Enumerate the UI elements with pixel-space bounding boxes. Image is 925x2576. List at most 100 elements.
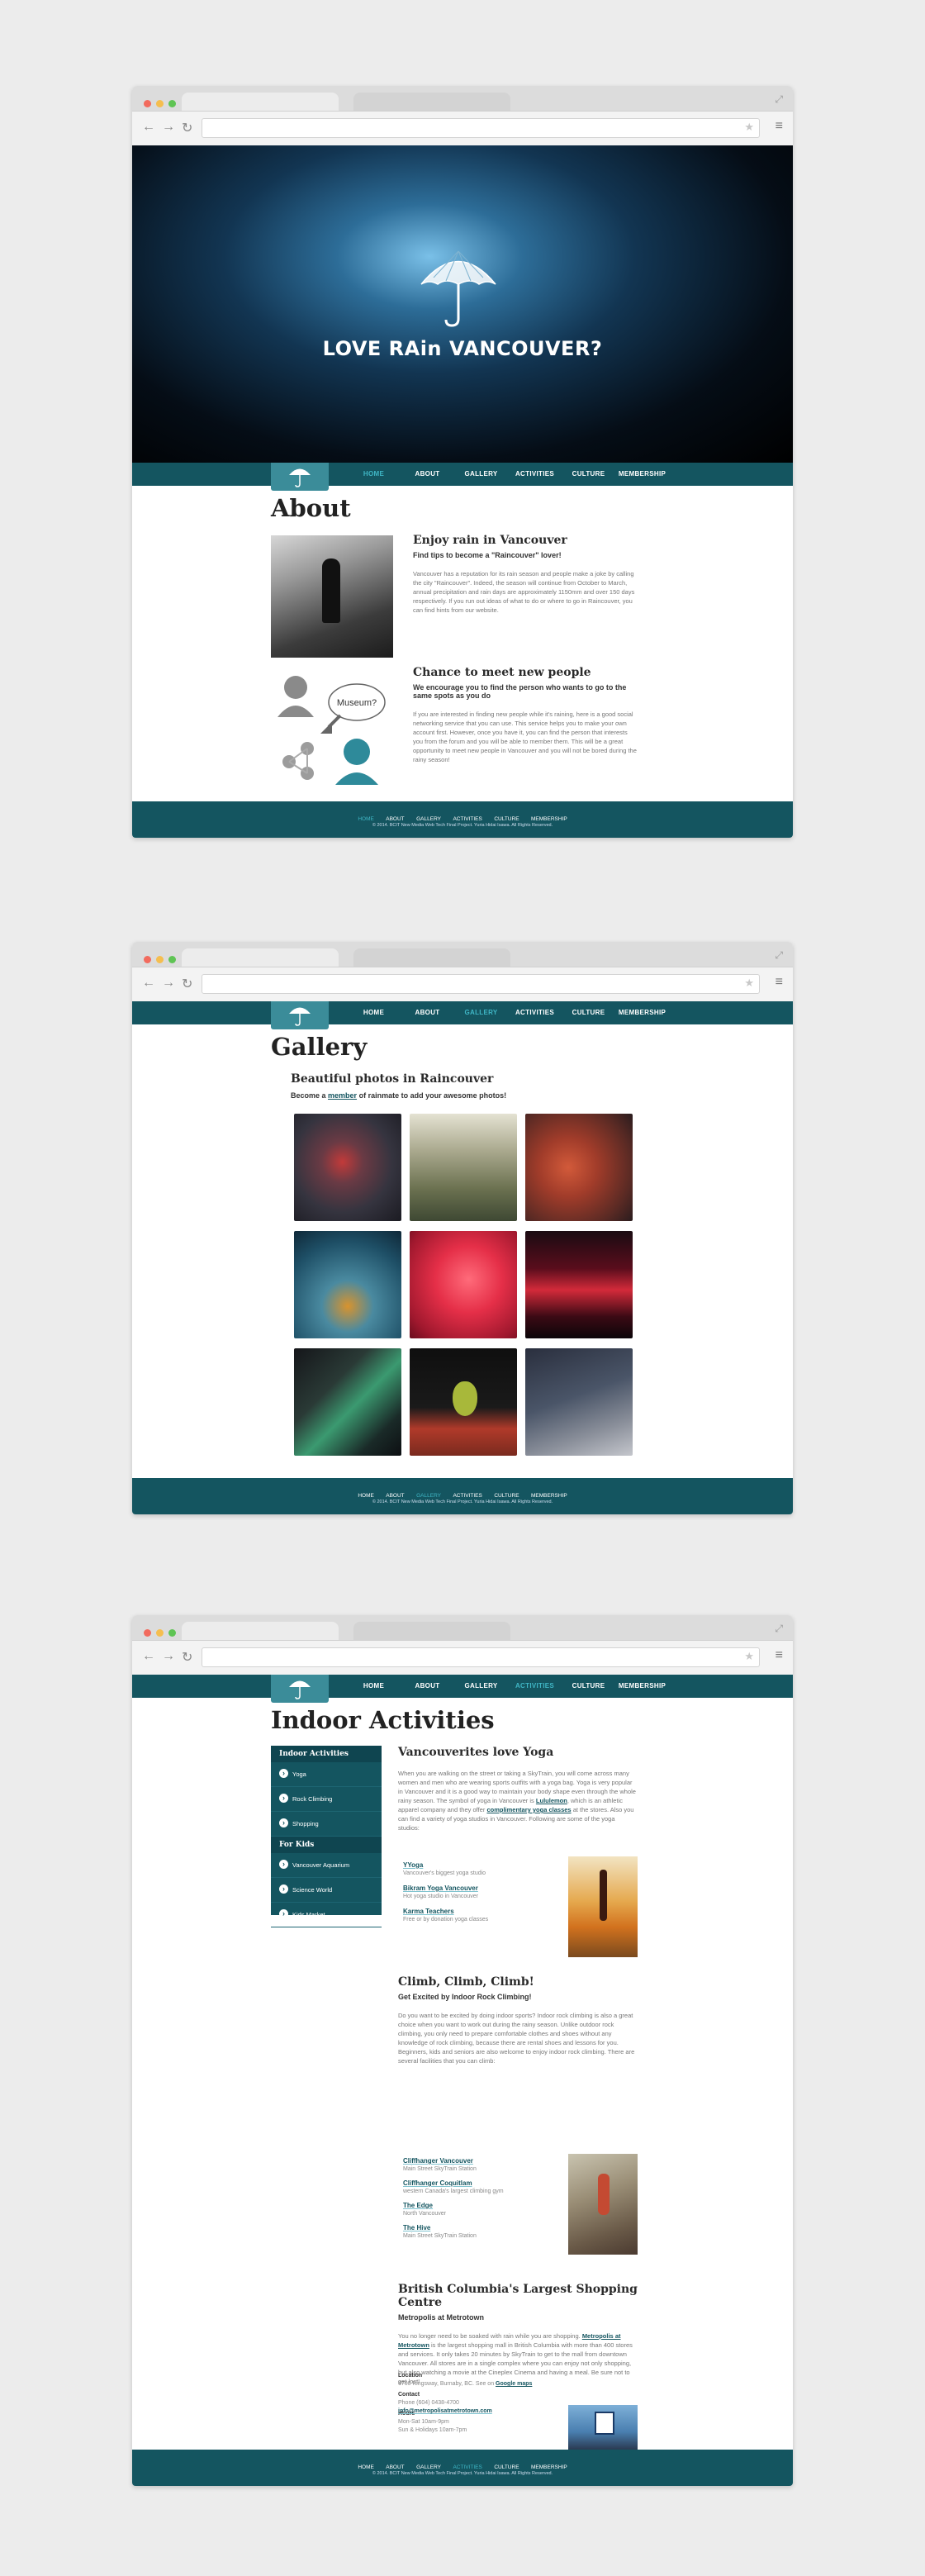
gallery-photo-red-drops[interactable] (410, 1231, 517, 1338)
footer-link-membership[interactable]: MEMBERSHIP (531, 816, 567, 822)
footer-link-about[interactable]: ABOUT (386, 816, 404, 822)
footer-link-home[interactable]: HOME (358, 1493, 374, 1499)
gallery-photo-reeds[interactable] (410, 1114, 517, 1221)
complimentary-yoga-link[interactable]: complimentary yoga classes (486, 1806, 571, 1813)
nav-culture[interactable]: CULTURE (562, 1682, 615, 1690)
browser-menu-icon[interactable]: ≡ (776, 1648, 783, 1663)
gallery-photo-red-leaves[interactable] (525, 1114, 633, 1221)
studio-link[interactable]: Karma Teachers (403, 1908, 552, 1915)
reload-icon[interactable]: ↻ (182, 1649, 192, 1666)
reload-icon[interactable]: ↻ (182, 976, 192, 992)
nav-membership[interactable]: MEMBERSHIP (615, 1009, 669, 1016)
footer-link-home[interactable]: HOME (358, 2464, 374, 2470)
footer-link-culture[interactable]: CULTURE (494, 1493, 519, 1499)
gallery-photo-woman-umbrella[interactable] (294, 1114, 401, 1221)
back-arrow-icon[interactable]: ← (142, 1649, 155, 1664)
footer-link-about[interactable]: ABOUT (386, 1493, 404, 1499)
back-arrow-icon[interactable]: ← (142, 120, 155, 135)
nav-gallery[interactable]: GALLERY (454, 1009, 508, 1016)
member-link[interactable]: member (328, 1091, 357, 1100)
footer-link-activities[interactable]: ACTIVITIES (453, 2464, 481, 2470)
forward-arrow-icon[interactable]: → (162, 1649, 175, 1664)
reload-icon[interactable]: ↻ (182, 120, 192, 136)
footer-link-gallery[interactable]: GALLERY (416, 816, 441, 822)
nav-about[interactable]: ABOUT (401, 1009, 454, 1016)
gallery-photo-woman-rain[interactable] (525, 1348, 633, 1456)
nav-about[interactable]: ABOUT (401, 470, 454, 478)
footer-link-activities[interactable]: ACTIVITIES (453, 816, 481, 822)
nav-gallery[interactable]: GALLERY (454, 470, 508, 478)
gallery-photo-boat-water[interactable] (294, 1231, 401, 1338)
footer-link-gallery[interactable]: GALLERY (416, 1493, 441, 1499)
nav-culture[interactable]: CULTURE (562, 470, 615, 478)
nav-home[interactable]: HOME (347, 1682, 401, 1690)
bookmark-star-icon[interactable]: ★ (744, 121, 754, 134)
gym-link[interactable]: The Hive (403, 2224, 552, 2231)
sidebar-item-kids-market[interactable]: Kids Market (271, 1903, 382, 1927)
fullscreen-icon[interactable]: ⤢ (775, 1623, 783, 1635)
close-window-button[interactable] (144, 100, 151, 107)
sidebar-item-vancouver-aquarium[interactable]: Vancouver Aquarium (271, 1853, 382, 1878)
browser-tab-active[interactable] (182, 93, 339, 111)
google-maps-link[interactable]: Google maps (496, 2381, 532, 2387)
footer-link-about[interactable]: ABOUT (386, 2464, 404, 2470)
maximize-window-button[interactable] (168, 1629, 176, 1637)
maximize-window-button[interactable] (168, 956, 176, 963)
studio-link[interactable]: Bikram Yoga Vancouver (403, 1884, 552, 1892)
address-bar[interactable]: ★ (202, 974, 760, 994)
fullscreen-icon[interactable]: ⤢ (775, 949, 783, 962)
footer-link-culture[interactable]: CULTURE (494, 816, 519, 822)
fullscreen-icon[interactable]: ⤢ (775, 93, 783, 106)
nav-home[interactable]: HOME (347, 470, 401, 478)
footer-link-culture[interactable]: CULTURE (494, 2464, 519, 2470)
nav-home[interactable]: HOME (347, 1009, 401, 1016)
browser-menu-icon[interactable]: ≡ (776, 119, 783, 134)
sidebar-item-shopping[interactable]: Shopping (271, 1812, 382, 1837)
nav-activities[interactable]: ACTIVITIES (508, 1682, 562, 1690)
forward-arrow-icon[interactable]: → (162, 976, 175, 991)
bookmark-star-icon[interactable]: ★ (744, 977, 754, 990)
sidebar-item-yoga[interactable]: Yoga (271, 1762, 382, 1787)
minimize-window-button[interactable] (156, 956, 164, 963)
address-bar[interactable]: ★ (202, 118, 760, 138)
browser-tab-active[interactable] (182, 948, 339, 967)
climbing-photo (568, 2154, 638, 2255)
email-link[interactable]: info@metropolisatmetrotown.com (398, 2407, 552, 2416)
browser-tab-new[interactable] (353, 1622, 510, 1640)
bookmark-star-icon[interactable]: ★ (744, 1650, 754, 1663)
back-arrow-icon[interactable]: ← (142, 976, 155, 991)
gym-link[interactable]: The Edge (403, 2202, 552, 2209)
address-bar[interactable]: ★ (202, 1647, 760, 1667)
gym-link[interactable]: Cliffhanger Coquitlam (403, 2179, 552, 2187)
studio-link[interactable]: YYoga (403, 1861, 552, 1869)
nav-activities[interactable]: ACTIVITIES (508, 470, 562, 478)
minimize-window-button[interactable] (156, 100, 164, 107)
minimize-window-button[interactable] (156, 1629, 164, 1637)
browser-tab-active[interactable] (182, 1622, 339, 1640)
nav-membership[interactable]: MEMBERSHIP (615, 470, 669, 478)
gallery-photo-umbrella-edge[interactable] (294, 1348, 401, 1456)
close-window-button[interactable] (144, 1629, 151, 1637)
footer-link-membership[interactable]: MEMBERSHIP (531, 1493, 567, 1499)
nav-membership[interactable]: MEMBERSHIP (615, 1682, 669, 1690)
nav-gallery[interactable]: GALLERY (454, 1682, 508, 1690)
browser-menu-icon[interactable]: ≡ (776, 975, 783, 990)
gym-link[interactable]: Cliffhanger Vancouver (403, 2157, 552, 2165)
browser-tab-new[interactable] (353, 93, 510, 111)
nav-activities[interactable]: ACTIVITIES (508, 1009, 562, 1016)
close-window-button[interactable] (144, 956, 151, 963)
sidebar-item-science-world[interactable]: Science World (271, 1878, 382, 1903)
browser-tab-new[interactable] (353, 948, 510, 967)
gallery-photo-city-night[interactable] (525, 1231, 633, 1338)
lululemon-link[interactable]: Lululemon (536, 1797, 567, 1804)
forward-arrow-icon[interactable]: → (162, 120, 175, 135)
sidebar-item-rock-climbing[interactable]: Rock Climbing (271, 1787, 382, 1812)
footer-link-home[interactable]: HOME (358, 816, 374, 822)
footer-link-gallery[interactable]: GALLERY (416, 2464, 441, 2470)
footer-link-activities[interactable]: ACTIVITIES (453, 1493, 481, 1499)
maximize-window-button[interactable] (168, 100, 176, 107)
nav-about[interactable]: ABOUT (401, 1682, 454, 1690)
gallery-photo-pear[interactable] (410, 1348, 517, 1456)
footer-link-membership[interactable]: MEMBERSHIP (531, 2464, 567, 2470)
nav-culture[interactable]: CULTURE (562, 1009, 615, 1016)
